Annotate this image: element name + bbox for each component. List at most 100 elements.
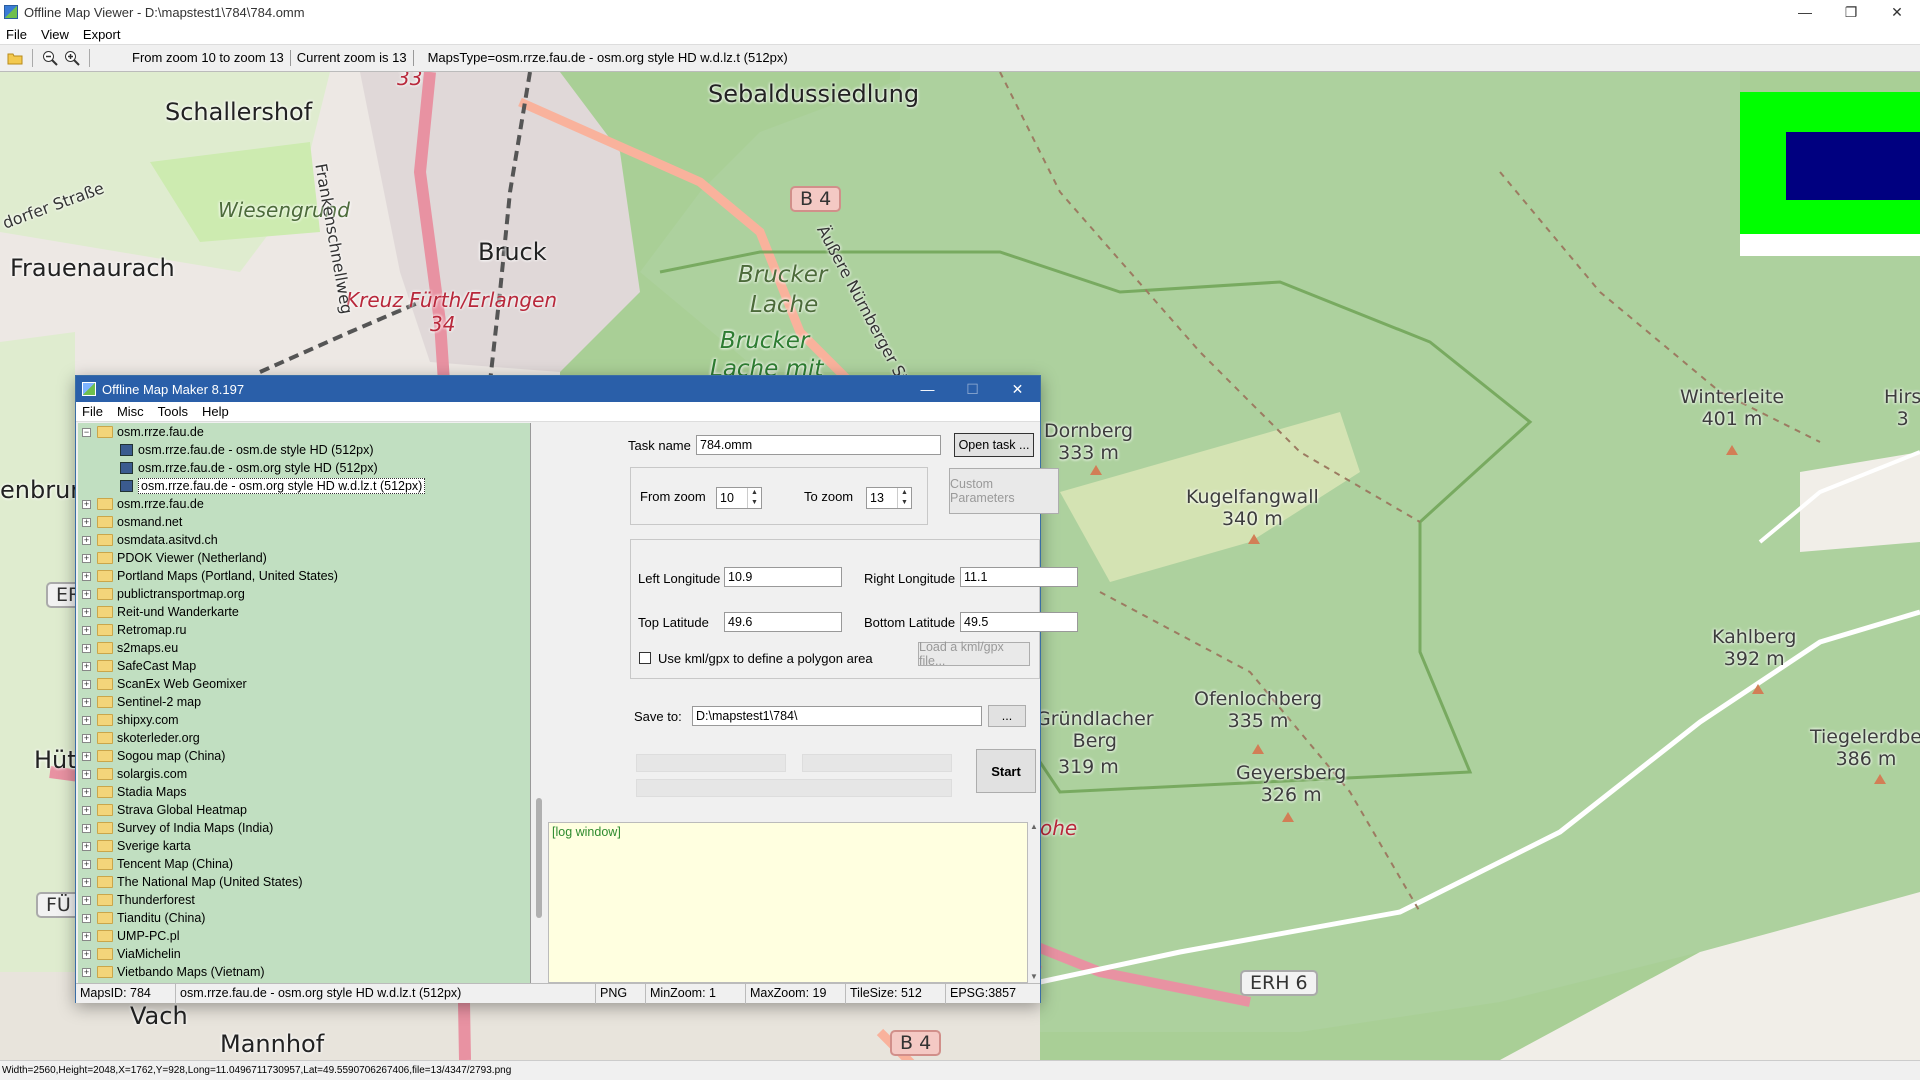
dialog-close-button[interactable]: ✕ <box>995 376 1040 402</box>
browse-button[interactable]: ... <box>988 705 1026 727</box>
tree-folder-item[interactable]: + PDOK Viewer (Netherland) <box>78 549 530 567</box>
tree-scroll-thumb[interactable] <box>536 798 542 918</box>
expand-icon[interactable]: + <box>82 805 91 815</box>
tree-map-item[interactable]: osm.rrze.fau.de - osm.de style HD (512px… <box>78 441 530 459</box>
zoom-out-icon[interactable] <box>39 47 61 69</box>
tree-folder-item[interactable]: + osmand.net <box>78 513 530 531</box>
tree-folder-item[interactable]: + SafeCast Map <box>78 657 530 675</box>
right-longitude-input[interactable]: 11.1 <box>960 567 1078 587</box>
left-longitude-input[interactable]: 10.9 <box>724 567 842 587</box>
tree-folder-item[interactable]: + s2maps.eu <box>78 639 530 657</box>
start-button[interactable]: Start <box>976 749 1036 793</box>
expand-icon[interactable]: + <box>82 949 91 959</box>
dialog-menu-file[interactable]: File <box>82 404 103 419</box>
tree-folder-item[interactable]: + Sentinel-2 map <box>78 693 530 711</box>
dialog-minimize-button[interactable]: — <box>905 376 950 402</box>
tree-folder-item[interactable]: + skoterleder.org <box>78 729 530 747</box>
expand-icon[interactable]: + <box>82 553 91 563</box>
menu-view[interactable]: View <box>41 27 69 42</box>
dialog-menu-help[interactable]: Help <box>202 404 229 419</box>
tree-folder-item[interactable]: + Survey of India Maps (India) <box>78 819 530 837</box>
zoom-in-icon[interactable] <box>61 47 83 69</box>
menu-file[interactable]: File <box>6 27 27 42</box>
collapse-icon[interactable]: − <box>82 427 91 437</box>
tree-folder-item[interactable]: + osm.rrze.fau.de <box>78 495 530 513</box>
tree-folder-item[interactable]: + ViaMichelin <box>78 945 530 963</box>
tree-folder-item[interactable]: + Tencent Map (China) <box>78 855 530 873</box>
from-zoom-stepper[interactable]: 10 ▲ ▼ <box>716 487 762 509</box>
expand-icon[interactable]: + <box>82 913 91 923</box>
dialog-menu-tools[interactable]: Tools <box>158 404 188 419</box>
expand-icon[interactable]: + <box>82 787 91 797</box>
tree-folder-item[interactable]: + shipxy.com <box>78 711 530 729</box>
to-zoom-stepper[interactable]: 13 ▲ ▼ <box>866 487 912 509</box>
expand-icon[interactable]: + <box>82 679 91 689</box>
log-scrollbar[interactable]: ▲ ▼ <box>1028 822 1040 983</box>
save-to-input[interactable]: D:\mapstest1\784\ <box>692 706 982 726</box>
expand-icon[interactable]: + <box>82 535 91 545</box>
tree-folder-item[interactable]: + The National Map (United States) <box>78 873 530 891</box>
dialog-menu-misc[interactable]: Misc <box>117 404 144 419</box>
kml-polygon-checkbox[interactable] <box>639 652 651 664</box>
expand-icon[interactable]: + <box>82 895 91 905</box>
expand-icon[interactable]: + <box>82 643 91 653</box>
tree-folder-item[interactable]: + publictransportmap.org <box>78 585 530 603</box>
expand-icon[interactable]: + <box>82 859 91 869</box>
tree-folder-item[interactable]: + Sverige karta <box>78 837 530 855</box>
scroll-down-icon[interactable]: ▼ <box>1030 972 1038 981</box>
tree-map-item[interactable]: osm.rrze.fau.de - osm.org style HD (512p… <box>78 459 530 477</box>
open-folder-icon[interactable] <box>4 47 26 69</box>
tree-folder-item[interactable]: + Vietbando Maps (Vietnam) <box>78 963 530 981</box>
log-window[interactable]: [log window] <box>548 822 1028 983</box>
expand-icon[interactable]: + <box>82 823 91 833</box>
tree-folder-item[interactable]: + ScanEx Web Geomixer <box>78 675 530 693</box>
minimize-button[interactable]: — <box>1782 0 1828 24</box>
close-button[interactable]: ✕ <box>1874 0 1920 24</box>
tree-folder-item[interactable]: + Stadia Maps <box>78 783 530 801</box>
scroll-up-icon[interactable]: ▲ <box>1028 822 1040 831</box>
tree-folder-item[interactable]: + Strava Global Heatmap <box>78 801 530 819</box>
top-latitude-input[interactable]: 49.6 <box>724 612 842 632</box>
tree-folder-item[interactable]: + osmdata.asitvd.ch <box>78 531 530 549</box>
task-name-input[interactable]: 784.omm <box>696 435 941 455</box>
tree-folder-item[interactable]: + Tianditu (China) <box>78 909 530 927</box>
custom-parameters-button[interactable]: Custom Parameters <box>949 468 1059 514</box>
restore-button[interactable]: ❐ <box>1828 0 1874 24</box>
tree-scrollbar[interactable] <box>531 423 548 983</box>
overview-viewport[interactable] <box>1786 132 1920 200</box>
tree-folder-item[interactable]: + UMP-PC.pl <box>78 927 530 945</box>
expand-icon[interactable]: + <box>82 769 91 779</box>
expand-icon[interactable]: + <box>82 931 91 941</box>
expand-icon[interactable]: + <box>82 733 91 743</box>
load-kml-button[interactable]: Load a kml/gpx file... <box>918 640 1030 668</box>
expand-icon[interactable]: + <box>82 661 91 671</box>
expand-icon[interactable]: + <box>82 967 91 977</box>
spinner-arrows-icon[interactable]: ▲ ▼ <box>897 488 911 508</box>
tree-root-item[interactable]: − osm.rrze.fau.de <box>78 423 530 441</box>
menu-export[interactable]: Export <box>83 27 121 42</box>
expand-icon[interactable]: + <box>82 841 91 851</box>
tree-folder-item[interactable]: + solargis.com <box>78 765 530 783</box>
expand-icon[interactable]: + <box>82 751 91 761</box>
tree-folder-item[interactable]: + Retromap.ru <box>78 621 530 639</box>
expand-icon[interactable]: + <box>82 607 91 617</box>
tree-map-item-selected[interactable]: osm.rrze.fau.de - osm.org style HD w.d.l… <box>78 477 530 495</box>
expand-icon[interactable]: + <box>82 517 91 527</box>
expand-icon[interactable]: + <box>82 877 91 887</box>
spinner-arrows-icon[interactable]: ▲ ▼ <box>747 488 761 508</box>
tree-folder-item[interactable]: + Reit-und Wanderkarte <box>78 603 530 621</box>
expand-icon[interactable]: + <box>82 697 91 707</box>
bottom-latitude-input[interactable]: 49.5 <box>960 612 1078 632</box>
tree-folder-item[interactable]: + Portland Maps (Portland, United States) <box>78 567 530 585</box>
expand-icon[interactable]: + <box>82 589 91 599</box>
map-source-tree[interactable]: − osm.rrze.fau.de osm.rrze.fau.de - osm.… <box>78 423 531 983</box>
expand-icon[interactable]: + <box>82 625 91 635</box>
expand-icon[interactable]: + <box>82 499 91 509</box>
expand-icon[interactable]: + <box>82 571 91 581</box>
overview-map[interactable] <box>1740 92 1920 256</box>
tree-folder-item[interactable]: + Sogou map (China) <box>78 747 530 765</box>
dialog-maximize-button[interactable]: ☐ <box>950 376 995 402</box>
expand-icon[interactable]: + <box>82 715 91 725</box>
tree-folder-item[interactable]: + Thunderforest <box>78 891 530 909</box>
open-task-button[interactable]: Open task ... <box>954 433 1034 457</box>
